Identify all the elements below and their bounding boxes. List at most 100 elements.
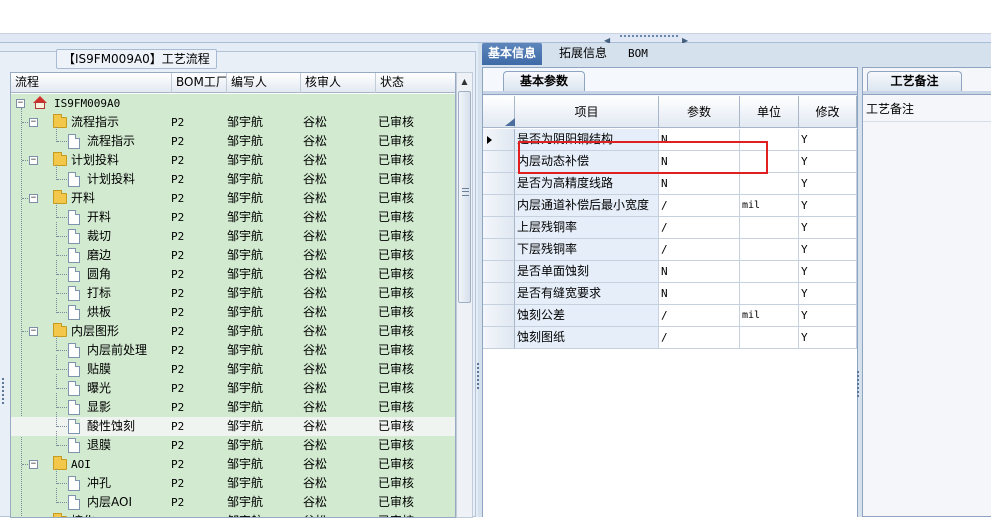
- tree-row[interactable]: 内层前处理 P2 邹宇航 谷松 已审核: [11, 336, 455, 360]
- param-modify-cell[interactable]: Y: [799, 283, 857, 305]
- param-unit-cell[interactable]: mil: [740, 195, 799, 217]
- tree-row[interactable]: 内层AOI P2 邹宇航 谷松 已审核: [11, 488, 455, 512]
- tree-row[interactable]: 显影 P2 邹宇航 谷松 已审核: [11, 393, 455, 417]
- right-edge-grip-right[interactable]: [857, 371, 861, 397]
- tree-row[interactable]: − 计划投料 P2 邹宇航 谷松 已审核: [11, 151, 455, 170]
- param-unit-cell[interactable]: [740, 239, 799, 261]
- param-unit-cell[interactable]: [740, 283, 799, 305]
- process-tree-grid[interactable]: 流程 BOM工厂 编写人 核审人 状态 − IS9FM009A0 − 流程指示 P2…: [10, 72, 456, 518]
- tab-bom[interactable]: BOM: [622, 43, 654, 65]
- tree-row[interactable]: −棕化P2邹宇航谷松已审核: [11, 512, 455, 517]
- tree-row[interactable]: 冲孔 P2 邹宇航 谷松 已审核: [11, 469, 455, 493]
- param-unit-cell[interactable]: [740, 261, 799, 283]
- col-header-flow[interactable]: 流程: [11, 73, 172, 93]
- param-col-item[interactable]: 项目: [515, 96, 659, 128]
- tree-row[interactable]: 曝光 P2 邹宇航 谷松 已审核: [11, 374, 455, 398]
- row-header[interactable]: [483, 173, 515, 195]
- param-row[interactable]: 是否为阴阳铜结构 N Y: [483, 129, 857, 151]
- param-modify-cell[interactable]: Y: [799, 239, 857, 261]
- row-header[interactable]: [483, 261, 515, 283]
- param-value-cell[interactable]: /: [659, 239, 740, 261]
- param-value-cell[interactable]: /: [659, 305, 740, 327]
- tree-row[interactable]: 裁切 P2 邹宇航 谷松 已审核: [11, 222, 455, 246]
- param-modify-cell[interactable]: Y: [799, 305, 857, 327]
- param-modify-cell[interactable]: Y: [799, 217, 857, 239]
- param-row[interactable]: 是否单面蚀刻 N Y: [483, 261, 857, 283]
- tree-row[interactable]: 贴膜 P2 邹宇航 谷松 已审核: [11, 355, 455, 379]
- tree-row[interactable]: − 内层图形 P2 邹宇航 谷松 已审核: [11, 322, 455, 341]
- row-header[interactable]: [483, 129, 515, 151]
- param-value-cell[interactable]: N: [659, 283, 740, 305]
- param-modify-cell[interactable]: Y: [799, 151, 857, 173]
- row-header[interactable]: [483, 151, 515, 173]
- param-unit-cell[interactable]: [740, 151, 799, 173]
- param-value-cell[interactable]: /: [659, 217, 740, 239]
- tree-row[interactable]: 酸性蚀刻 P2 邹宇航 谷松 已审核: [11, 412, 455, 436]
- param-col-unit[interactable]: 单位: [740, 96, 799, 128]
- param-row[interactable]: 下层残铜率 / Y: [483, 239, 857, 261]
- param-modify-cell[interactable]: Y: [799, 173, 857, 195]
- row-header[interactable]: [483, 283, 515, 305]
- param-value-cell[interactable]: N: [659, 151, 740, 173]
- collapse-node-icon[interactable]: −: [29, 460, 38, 469]
- row-header[interactable]: [483, 195, 515, 217]
- col-header-reviewer[interactable]: 核审人: [301, 73, 376, 93]
- tab-basic-params[interactable]: 基本参数: [503, 71, 585, 91]
- collapse-node-icon[interactable]: −: [29, 156, 38, 165]
- tree-row[interactable]: 圆角 P2 邹宇航 谷松 已审核: [11, 260, 455, 284]
- tab-basic-info[interactable]: 基本信息: [482, 43, 543, 65]
- tree-row[interactable]: 烘板 P2 邹宇航 谷松 已审核: [11, 298, 455, 322]
- collapse-node-icon[interactable]: −: [29, 327, 38, 336]
- row-header[interactable]: [483, 327, 515, 349]
- row-header[interactable]: [483, 239, 515, 261]
- param-modify-cell[interactable]: Y: [799, 327, 857, 349]
- splitter-grip[interactable]: [620, 35, 678, 39]
- param-row[interactable]: 内层通道补偿后最小宽度 / mil Y: [483, 195, 857, 217]
- param-row[interactable]: 是否为高精度线路 N Y: [483, 173, 857, 195]
- tree-row[interactable]: 磨边 P2 邹宇航 谷松 已审核: [11, 241, 455, 265]
- param-row[interactable]: 蚀刻图纸 / Y: [483, 327, 857, 349]
- param-unit-cell[interactable]: [740, 173, 799, 195]
- col-header-writer[interactable]: 编写人: [227, 73, 301, 93]
- collapse-node-icon[interactable]: −: [29, 118, 38, 127]
- collapse-node-icon[interactable]: −: [29, 194, 38, 203]
- tab-extended-info[interactable]: 拓展信息: [553, 43, 613, 65]
- param-col-modify[interactable]: 修改: [799, 96, 857, 128]
- tree-row[interactable]: 流程指示 P2 邹宇航 谷松 已审核: [11, 127, 455, 151]
- tree-root-row[interactable]: − IS9FM009A0: [11, 94, 455, 113]
- param-modify-cell[interactable]: Y: [799, 261, 857, 283]
- param-modify-cell[interactable]: Y: [799, 195, 857, 217]
- tab-process-notes[interactable]: 工艺备注: [867, 71, 962, 91]
- tree-row[interactable]: − AOI P2 邹宇航 谷松 已审核: [11, 455, 455, 474]
- col-header-status[interactable]: 状态: [376, 73, 455, 93]
- param-unit-cell[interactable]: mil: [740, 305, 799, 327]
- param-unit-cell[interactable]: [740, 217, 799, 239]
- param-grid[interactable]: 项目 参数 单位 修改 是否为阴阳铜结构 N Y 内层动态补偿 N Y 是否为高精度线路 N Y…: [483, 96, 857, 518]
- row-header[interactable]: [483, 217, 515, 239]
- param-value-cell[interactable]: N: [659, 129, 740, 151]
- col-header-bom-factory[interactable]: BOM工厂: [172, 73, 227, 93]
- tree-row[interactable]: − 流程指示 P2 邹宇航 谷松 已审核: [11, 113, 455, 132]
- row-header[interactable]: [483, 305, 515, 327]
- tree-row[interactable]: 计划投料 P2 邹宇航 谷松 已审核: [11, 165, 455, 189]
- left-edge-grip[interactable]: [2, 378, 6, 404]
- param-row[interactable]: 内层动态补偿 N Y: [483, 151, 857, 173]
- param-row[interactable]: 蚀刻公差 / mil Y: [483, 305, 857, 327]
- param-value-cell[interactable]: N: [659, 173, 740, 195]
- scroll-up-icon[interactable]: ▲: [457, 73, 472, 90]
- param-value-cell[interactable]: /: [659, 195, 740, 217]
- param-unit-cell[interactable]: [740, 129, 799, 151]
- tree-row[interactable]: 打标 P2 邹宇航 谷松 已审核: [11, 279, 455, 303]
- right-edge-grip-left[interactable]: [477, 363, 481, 389]
- param-row[interactable]: 是否有缝宽要求 N Y: [483, 283, 857, 305]
- param-value-cell[interactable]: /: [659, 327, 740, 349]
- param-modify-cell[interactable]: Y: [799, 129, 857, 151]
- tree-row[interactable]: 开料 P2 邹宇航 谷松 已审核: [11, 203, 455, 227]
- tree-row[interactable]: 退膜 P2 邹宇航 谷松 已审核: [11, 431, 455, 455]
- param-unit-cell[interactable]: [740, 327, 799, 349]
- tree-vertical-scrollbar[interactable]: ▲: [456, 72, 473, 518]
- param-row[interactable]: 上层残铜率 / Y: [483, 217, 857, 239]
- tree-row[interactable]: − 开料 P2 邹宇航 谷松 已审核: [11, 189, 455, 208]
- scrollbar-thumb[interactable]: [458, 91, 471, 303]
- param-value-cell[interactable]: N: [659, 261, 740, 283]
